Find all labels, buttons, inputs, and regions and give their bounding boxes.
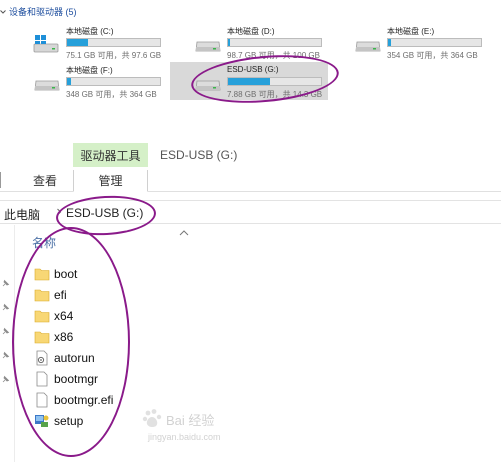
windows-drive-icon (33, 35, 59, 53)
drive-usage-bar (66, 77, 161, 86)
drive-usage-bar (387, 38, 482, 47)
drive-name: 本地磁盘 (E:) (387, 27, 435, 36)
drive-space: 75.1 GB 可用，共 97.6 GB (66, 51, 162, 60)
drive-usage-fill (228, 39, 230, 46)
breadcrumb-this-pc[interactable]: 此电脑 (4, 206, 40, 223)
pin-icon (2, 327, 10, 335)
hard-drive-icon (355, 41, 381, 52)
drive-usage-fill (67, 78, 71, 85)
baidu-watermark: Bai 经验 jingyan.baidu.com (142, 408, 252, 448)
drive-usage-bar (227, 38, 322, 47)
drive-name: 本地磁盘 (D:) (227, 27, 275, 36)
chevron-down-icon (0, 9, 6, 14)
watermark-url: jingyan.baidu.com (148, 432, 221, 442)
drive-usage-fill (67, 39, 89, 46)
hard-drive-icon (34, 80, 60, 91)
drive-e[interactable]: 本地磁盘 (E:) 354 GB 可用，共 364 GB (354, 26, 484, 62)
drive-f[interactable]: 本地磁盘 (F:) 348 GB 可用，共 364 GB (33, 65, 163, 101)
watermark-brand: Bai 经验 (166, 413, 215, 428)
pin-icon (2, 279, 10, 287)
pin-icon (2, 303, 10, 311)
drives-section-header[interactable]: 设备和驱动器 (5) (0, 5, 77, 18)
drive-usage-fill (388, 39, 391, 46)
drive-space: 354 GB 可用，共 364 GB (387, 51, 478, 60)
tab-view[interactable]: 查看 (25, 170, 65, 191)
sort-ascending-icon (179, 230, 189, 236)
drive-name: 本地磁盘 (F:) (66, 66, 113, 75)
drive-space: 348 GB 可用，共 364 GB (66, 90, 157, 99)
drive-tools-context-tab: 驱动器工具 (73, 143, 148, 167)
pin-icon (2, 375, 10, 383)
ribbon-edge (0, 172, 3, 188)
drive-name: 本地磁盘 (C:) (66, 27, 114, 36)
tab-manage[interactable]: 管理 (73, 170, 148, 192)
paw-logo-icon (142, 409, 162, 428)
drive-c[interactable]: 本地磁盘 (C:) 75.1 GB 可用，共 97.6 GB (33, 26, 163, 62)
hard-drive-icon (195, 41, 221, 52)
pin-icon (2, 351, 10, 359)
drive-usage-bar (66, 38, 161, 47)
window-title: ESD-USB (G:) (160, 148, 238, 162)
drives-section-title: 设备和驱动器 (5) (9, 7, 77, 17)
annotation-circle-files (12, 227, 130, 457)
